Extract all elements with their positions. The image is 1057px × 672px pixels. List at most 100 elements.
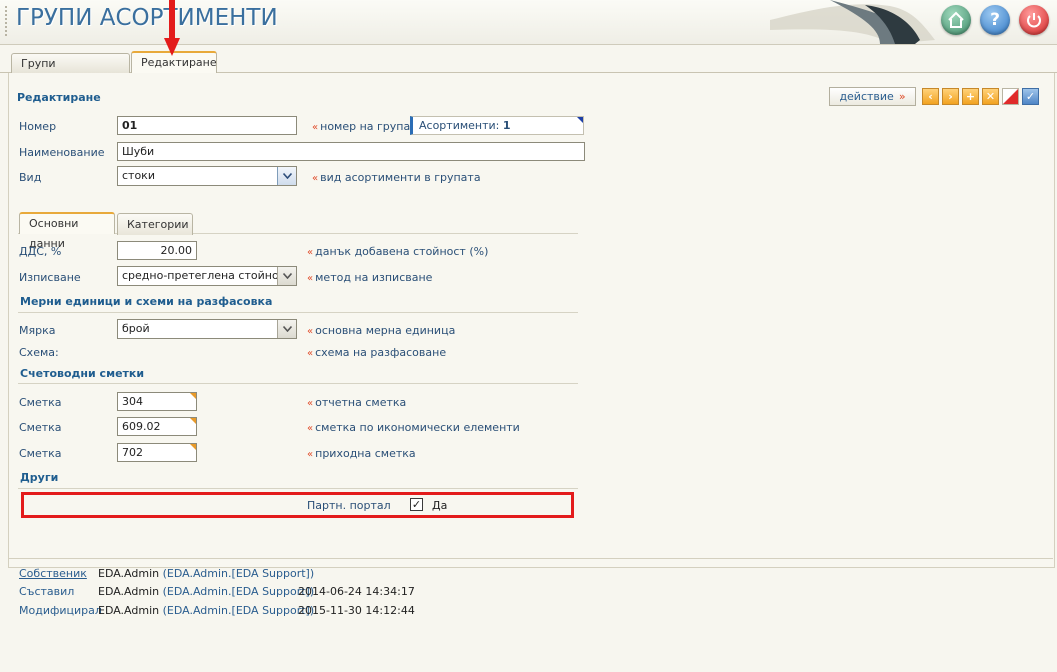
portal-label: Партн. портал: [307, 499, 391, 512]
scheme-hint-text: схема на разфасоване: [315, 346, 447, 359]
bird-logo-icon: [770, 0, 935, 44]
type-select-value: стоки: [122, 169, 155, 182]
name-label: Наименование: [19, 146, 105, 159]
arrow-left-icon: ‹: [928, 90, 933, 103]
account-input[interactable]: 609.02: [117, 417, 197, 436]
header-grip: [5, 6, 9, 36]
account-label: Сметка: [19, 421, 62, 434]
name-input[interactable]: Шуби: [117, 142, 585, 161]
account-hint-text: сметка по икономически елементи: [315, 421, 520, 434]
writeoff-hint: «метод на изписване: [307, 271, 433, 284]
number-label: Номер: [19, 120, 57, 133]
created-date: 2014-06-24 14:34:17: [298, 585, 415, 598]
account-hint-text: отчетна сметка: [315, 396, 407, 409]
writeoff-select-value: средно-претеглена стойност: [122, 269, 292, 282]
portal-value-label: Да: [432, 499, 448, 512]
check-icon: ✓: [411, 498, 422, 511]
assortments-count-box[interactable]: Асортименти: 1: [410, 116, 584, 135]
account-hint: «приходна сметка: [307, 447, 416, 460]
created-user: EDA.Admin: [98, 585, 160, 598]
help-icon: ?: [990, 10, 1000, 30]
created-detail: (EDA.Admin.[EDA Support]): [162, 585, 315, 598]
created-label: Съставил: [19, 585, 75, 598]
writeoff-select[interactable]: средно-претеглена стойност: [117, 266, 297, 286]
number-input[interactable]: 01: [117, 116, 297, 135]
accounts-divider: [18, 383, 578, 384]
owner-user: EDA.Admin: [98, 567, 160, 580]
units-divider: [18, 312, 578, 313]
vat-hint: «данък добавена стойност (%): [307, 245, 489, 258]
unit-select-value: брой: [122, 322, 150, 335]
type-label: Вид: [19, 171, 42, 184]
chevron-down-icon: [277, 320, 296, 338]
writeoff-label: Изписване: [19, 271, 81, 284]
add-button[interactable]: +: [962, 88, 979, 105]
other-section-title: Други: [20, 471, 59, 484]
scheme-hint: «схема на разфасоване: [307, 346, 447, 359]
owner-link[interactable]: Собственик: [19, 567, 87, 580]
modified-user: EDA.Admin: [98, 604, 160, 617]
tab-groups[interactable]: Групи асортименти: [11, 53, 130, 90]
arrow-right-icon: ›: [948, 90, 953, 103]
home-icon: [948, 11, 964, 28]
account-label: Сметка: [19, 447, 62, 460]
unit-label: Мярка: [19, 324, 56, 337]
portal-checkbox[interactable]: ✓: [410, 498, 423, 511]
chevron-down-icon: [277, 167, 296, 185]
number-hint-text: номер на група: [320, 120, 411, 133]
next-button[interactable]: ›: [942, 88, 959, 105]
type-hint-text: вид асортименти в групата: [320, 171, 481, 184]
action-label: действие: [839, 90, 894, 103]
unit-hint: «основна мерна единица: [307, 324, 456, 337]
modified-detail: (EDA.Admin.[EDA Support]): [162, 604, 315, 617]
subtab-categories-label: Категории: [127, 218, 189, 231]
type-select[interactable]: стоки: [117, 166, 297, 186]
modified-label: Модифицирал: [19, 604, 102, 617]
help-button[interactable]: ?: [980, 5, 1010, 35]
subtab-basic-data[interactable]: Основни данни: [19, 212, 115, 250]
account-hint-text: приходна сметка: [315, 447, 416, 460]
vat-input[interactable]: 20.00: [117, 241, 197, 260]
home-button[interactable]: [941, 5, 971, 35]
scheme-label: Схема:: [19, 346, 59, 359]
power-icon: [1027, 13, 1041, 28]
number-hint: «номер на група: [312, 120, 411, 133]
account-input[interactable]: 702: [117, 443, 197, 462]
units-section-title: Мерни единици и схеми на разфасовка: [20, 295, 273, 308]
other-divider: [18, 488, 578, 489]
save-button[interactable]: ✓: [1022, 88, 1039, 105]
check-icon: ✓: [1025, 90, 1036, 103]
action-button[interactable]: действие»: [829, 87, 916, 106]
assortments-label: Асортименти:: [419, 119, 500, 132]
footer-divider: [8, 558, 1053, 559]
owner-detail: (EDA.Admin.[EDA Support]): [162, 567, 315, 580]
delete-button[interactable]: ✕: [982, 88, 999, 105]
modified-date: 2015-11-30 14:12:44: [298, 604, 415, 617]
unit-select[interactable]: брой: [117, 319, 297, 339]
close-icon: ✕: [985, 90, 996, 103]
subtab-categories[interactable]: Категории: [117, 213, 193, 235]
annotation-arrow-icon: [164, 0, 180, 56]
created-value: EDA.Admin (EDA.Admin.[EDA Support]): [98, 585, 314, 598]
writeoff-hint-text: метод на изписване: [315, 271, 433, 284]
page-title: ГРУПИ АСОРТИМЕНТИ: [16, 5, 278, 31]
prev-button[interactable]: ‹: [922, 88, 939, 105]
highlight-box: [21, 492, 574, 518]
assortments-count: 1: [502, 119, 511, 132]
account-hint: «отчетна сметка: [307, 396, 407, 409]
vat-hint-text: данък добавена стойност (%): [315, 245, 489, 258]
account-hint: «сметка по икономически елементи: [307, 421, 520, 434]
type-hint: «вид асортименти в групата: [312, 171, 481, 184]
modified-value: EDA.Admin (EDA.Admin.[EDA Support]): [98, 604, 314, 617]
cancel-button[interactable]: [1002, 88, 1019, 105]
logout-button[interactable]: [1019, 5, 1049, 35]
plus-icon: +: [965, 90, 976, 103]
section-title-edit: Редактиране: [17, 91, 101, 104]
account-label: Сметка: [19, 396, 62, 409]
accounts-section-title: Счетоводни сметки: [20, 367, 145, 380]
app-header: ГРУПИ АСОРТИМЕНТИ ?: [0, 0, 1057, 45]
account-input[interactable]: 304: [117, 392, 197, 411]
chevron-down-icon: [277, 267, 296, 285]
unit-hint-text: основна мерна единица: [315, 324, 456, 337]
owner-value: EDA.Admin (EDA.Admin.[EDA Support]): [98, 567, 314, 580]
